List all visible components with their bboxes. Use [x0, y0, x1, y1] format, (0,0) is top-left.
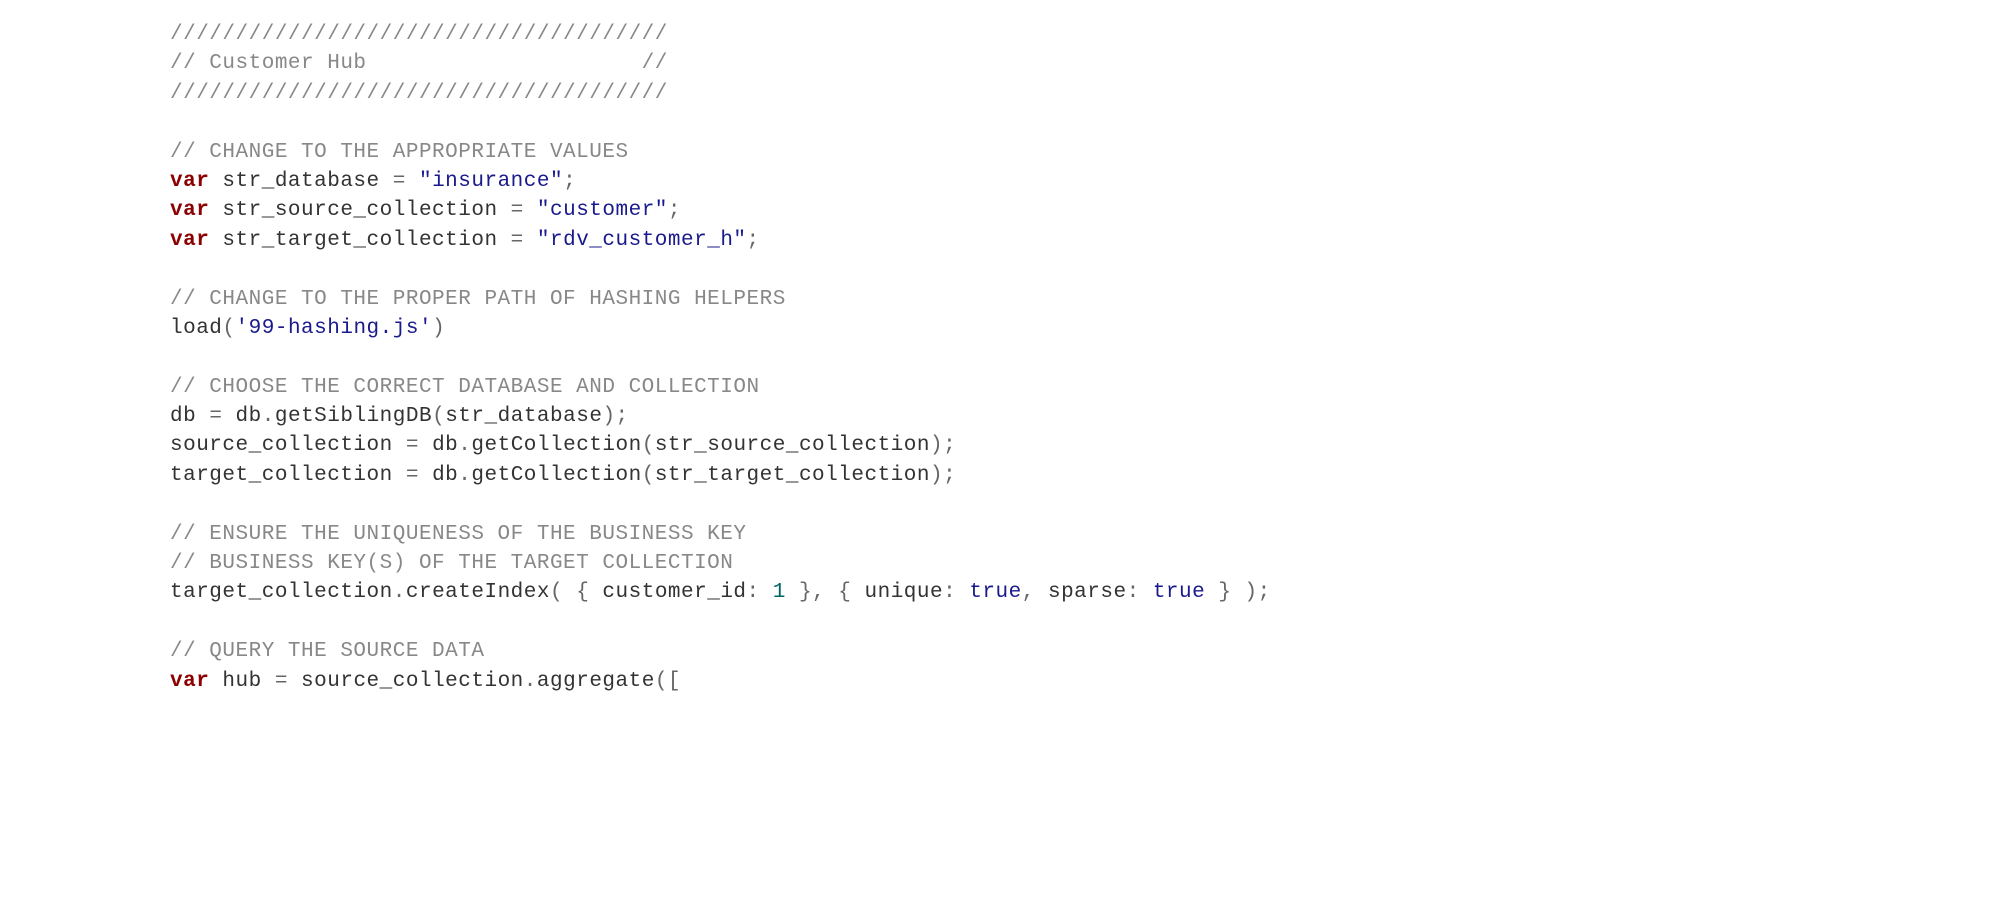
code-token: "rdv_customer_h"	[537, 229, 747, 252]
code-token: db	[432, 434, 458, 457]
code-token: customer_id	[602, 581, 746, 604]
code-token: sparse	[1048, 581, 1127, 604]
code-token: "insurance"	[419, 170, 563, 193]
code-token: :	[747, 581, 773, 604]
code-token: :	[943, 581, 969, 604]
code-line: var str_target_collection = "rdv_custome…	[170, 226, 2002, 255]
code-line: target_collection.createIndex( { custome…	[170, 578, 2002, 607]
code-token: target_collection	[170, 464, 406, 487]
code-token: //////////////////////////////////////	[170, 23, 668, 46]
code-token: source_collection	[301, 670, 524, 693]
code-token: str_database	[209, 170, 392, 193]
code-token: target_collection	[170, 581, 393, 604]
code-token: unique	[864, 581, 943, 604]
code-line: // CHOOSE THE CORRECT DATABASE AND COLLE…	[170, 373, 2002, 402]
code-token: db	[236, 405, 262, 428]
code-token: 1	[773, 581, 786, 604]
code-token: db	[170, 405, 209, 428]
code-token: .	[458, 464, 471, 487]
code-line: var hub = source_collection.aggregate([	[170, 667, 2002, 696]
code-token: true	[969, 581, 1021, 604]
code-line	[170, 343, 2002, 372]
code-token: =	[511, 229, 537, 252]
code-line: //////////////////////////////////////	[170, 20, 2002, 49]
code-line: // CHANGE TO THE APPROPRIATE VALUES	[170, 138, 2002, 167]
code-token: load	[170, 317, 222, 340]
code-token: ,	[1022, 581, 1048, 604]
code-line: var str_source_collection = "customer";	[170, 196, 2002, 225]
code-token: var	[170, 199, 209, 222]
code-token: var	[170, 670, 209, 693]
code-token: getCollection	[471, 434, 641, 457]
code-token: .	[458, 434, 471, 457]
code-token: =	[406, 434, 432, 457]
code-token: str_source_collection	[655, 434, 930, 457]
code-token: // CHANGE TO THE APPROPRIATE VALUES	[170, 141, 629, 164]
code-line: // QUERY THE SOURCE DATA	[170, 637, 2002, 666]
code-token: getSiblingDB	[275, 405, 432, 428]
code-token: ;	[668, 199, 681, 222]
code-token: getCollection	[471, 464, 641, 487]
code-token: // ENSURE THE UNIQUENESS OF THE BUSINESS…	[170, 523, 747, 546]
code-token: "customer"	[537, 199, 668, 222]
code-token: =	[275, 670, 301, 693]
code-line	[170, 255, 2002, 284]
code-token: true	[1153, 581, 1205, 604]
code-line: // Customer Hub //	[170, 49, 2002, 78]
code-token: );	[602, 405, 628, 428]
code-token: .	[393, 581, 406, 604]
code-token: ( {	[550, 581, 602, 604]
code-token: }, {	[786, 581, 865, 604]
code-line: db = db.getSiblingDB(str_database);	[170, 402, 2002, 431]
code-line	[170, 108, 2002, 137]
code-token: (	[642, 464, 655, 487]
code-token: (	[222, 317, 235, 340]
code-token: // Customer Hub //	[170, 52, 668, 75]
code-token: )	[432, 317, 445, 340]
code-line: // ENSURE THE UNIQUENESS OF THE BUSINESS…	[170, 520, 2002, 549]
code-token: =	[511, 199, 537, 222]
code-line: target_collection = db.getCollection(str…	[170, 461, 2002, 490]
code-token: ([	[655, 670, 681, 693]
code-token: // QUERY THE SOURCE DATA	[170, 640, 484, 663]
code-token: str_target_collection	[209, 229, 510, 252]
code-token: =	[209, 405, 235, 428]
code-line	[170, 608, 2002, 637]
code-token: hub	[209, 670, 275, 693]
code-token: :	[1127, 581, 1153, 604]
code-token: // CHANGE TO THE PROPER PATH OF HASHING …	[170, 288, 786, 311]
code-token: db	[432, 464, 458, 487]
code-token: var	[170, 229, 209, 252]
code-token: ;	[747, 229, 760, 252]
code-token: ;	[563, 170, 576, 193]
code-line: source_collection = db.getCollection(str…	[170, 431, 2002, 460]
code-token: .	[262, 405, 275, 428]
code-token: } );	[1205, 581, 1271, 604]
code-token: createIndex	[406, 581, 550, 604]
code-token: (	[642, 434, 655, 457]
code-token: str_target_collection	[655, 464, 930, 487]
code-line: // BUSINESS KEY(S) OF THE TARGET COLLECT…	[170, 549, 2002, 578]
code-token: .	[524, 670, 537, 693]
code-token: =	[406, 464, 432, 487]
code-line	[170, 490, 2002, 519]
code-token: // BUSINESS KEY(S) OF THE TARGET COLLECT…	[170, 552, 733, 575]
code-token: );	[930, 464, 956, 487]
code-line: // CHANGE TO THE PROPER PATH OF HASHING …	[170, 285, 2002, 314]
code-line: //////////////////////////////////////	[170, 79, 2002, 108]
code-token: =	[393, 170, 419, 193]
code-token: //////////////////////////////////////	[170, 82, 668, 105]
code-token: '99-hashing.js'	[236, 317, 433, 340]
code-line: var str_database = "insurance";	[170, 167, 2002, 196]
code-token: str_source_collection	[209, 199, 510, 222]
code-block: ////////////////////////////////////// //…	[0, 0, 2002, 716]
code-token: // CHOOSE THE CORRECT DATABASE AND COLLE…	[170, 376, 760, 399]
code-token: var	[170, 170, 209, 193]
code-token: aggregate	[537, 670, 655, 693]
code-token: );	[930, 434, 956, 457]
code-token: str_database	[445, 405, 602, 428]
code-token: (	[432, 405, 445, 428]
code-line: load('99-hashing.js')	[170, 314, 2002, 343]
code-token: source_collection	[170, 434, 406, 457]
